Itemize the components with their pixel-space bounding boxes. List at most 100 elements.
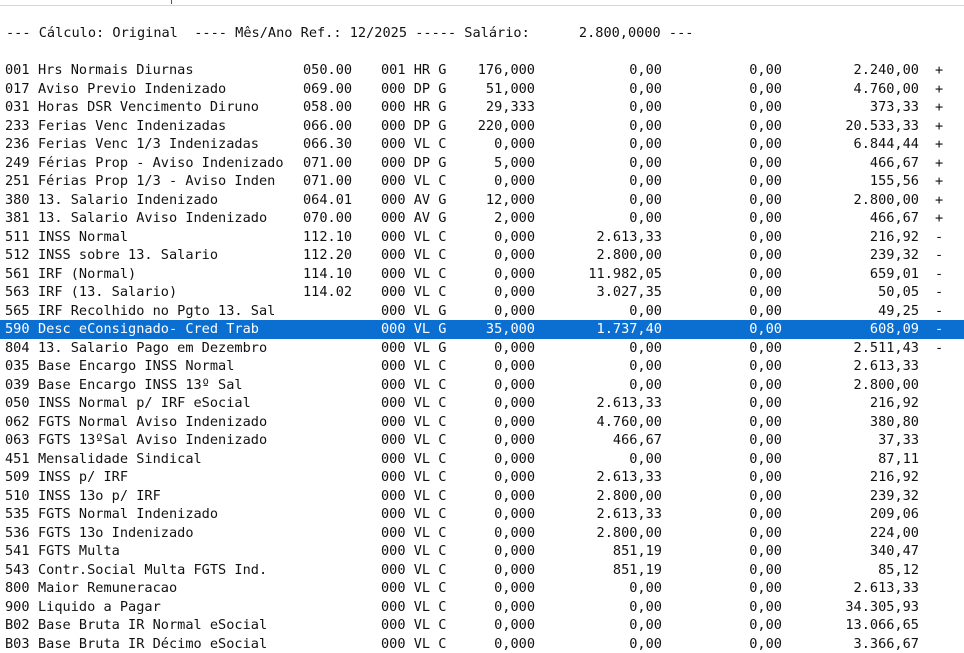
list-item[interactable]: B03Base Bruta IR Décimo eSocial000 VL C0… bbox=[0, 635, 964, 653]
item-description: Férias Prop - Aviso Indenizado bbox=[38, 154, 284, 173]
item-secondary-value: 0,00 bbox=[700, 561, 782, 580]
item-code: 062 bbox=[5, 413, 30, 432]
item-amount: 239,32 bbox=[810, 487, 919, 506]
item-amount: 3.366,67 bbox=[810, 635, 919, 653]
item-amount: 6.844,44 bbox=[810, 135, 919, 154]
item-description: INSS sobre 13. Salario bbox=[38, 246, 218, 265]
item-type-flag: 000 VL C bbox=[381, 487, 446, 506]
list-item[interactable]: 251Férias Prop 1/3 - Aviso Inden071.0000… bbox=[0, 172, 964, 191]
item-type-flag: 000 VL C bbox=[381, 376, 446, 395]
list-item[interactable]: 233Ferias Venc Indenizadas066.00000 DP G… bbox=[0, 117, 964, 136]
item-base-value: 0,00 bbox=[562, 339, 662, 358]
list-item[interactable]: 510INSS 13o p/ IRF000 VL C0,0002.800,000… bbox=[0, 487, 964, 506]
item-type-flag: 000 VL C bbox=[381, 616, 446, 635]
list-item[interactable]: 561IRF (Normal)114.10000 VL C0,00011.982… bbox=[0, 265, 964, 284]
list-item[interactable]: 062FGTS Normal Aviso Indenizado000 VL C0… bbox=[0, 413, 964, 432]
item-amount: 4.760,00 bbox=[810, 80, 919, 99]
list-item[interactable]: 38113. Salario Aviso Indenizado070.00000… bbox=[0, 209, 964, 228]
item-quantity: 0,000 bbox=[469, 505, 535, 524]
item-description: INSS p/ IRF bbox=[38, 468, 128, 487]
payroll-items-list[interactable]: 001Hrs Normais Diurnas050.00001 HR G176,… bbox=[0, 61, 964, 653]
item-code: 511 bbox=[5, 228, 30, 247]
item-quantity: 0,000 bbox=[469, 579, 535, 598]
item-base-value: 2.613,33 bbox=[562, 468, 662, 487]
list-item[interactable]: 249Férias Prop - Aviso Indenizado071.000… bbox=[0, 154, 964, 173]
item-base-value: 0,00 bbox=[562, 117, 662, 136]
list-item[interactable]: 035Base Encargo INSS Normal000 VL C0,000… bbox=[0, 357, 964, 376]
item-base-value: 2.800,00 bbox=[562, 487, 662, 506]
item-secondary-value: 0,00 bbox=[700, 80, 782, 99]
item-quantity: 0,000 bbox=[469, 431, 535, 450]
item-description: Liquido a Pagar bbox=[38, 598, 161, 617]
list-item[interactable]: 031Horas DSR Vencimento Diruno058.00000 … bbox=[0, 98, 964, 117]
list-item[interactable]: 80413. Salario Pago em Dezembro000 VL G0… bbox=[0, 339, 964, 358]
item-amount: 2.613,33 bbox=[810, 579, 919, 598]
item-description: Contr.Social Multa FGTS Ind. bbox=[38, 561, 267, 580]
list-item[interactable]: 509INSS p/ IRF000 VL C0,0002.613,330,002… bbox=[0, 468, 964, 487]
item-sign: + bbox=[935, 61, 943, 80]
item-type-flag: 000 VL C bbox=[381, 283, 446, 302]
list-item[interactable]: 563IRF (13. Salario)114.02000 VL C0,0003… bbox=[0, 283, 964, 302]
item-base-value: 0,00 bbox=[562, 172, 662, 191]
item-code: 510 bbox=[5, 487, 30, 506]
list-item[interactable]: 063FGTS 13ºSal Aviso Indenizado000 VL C0… bbox=[0, 431, 964, 450]
item-base-value: 0,00 bbox=[562, 376, 662, 395]
item-code: 050 bbox=[5, 394, 30, 413]
list-item[interactable]: 38013. Salario Indenizado064.01000 AV G1… bbox=[0, 191, 964, 210]
list-item[interactable]: 017Aviso Previo Indenizado069.00000 DP G… bbox=[0, 80, 964, 99]
list-item[interactable]: 543Contr.Social Multa FGTS Ind.000 VL C0… bbox=[0, 561, 964, 580]
item-base-value: 2.613,33 bbox=[562, 228, 662, 247]
list-item[interactable]: 451Mensalidade Sindical000 VL C0,0000,00… bbox=[0, 450, 964, 469]
list-item[interactable]: 512INSS sobre 13. Salario112.20000 VL C0… bbox=[0, 246, 964, 265]
item-type-flag: 000 VL C bbox=[381, 524, 446, 543]
item-secondary-value: 0,00 bbox=[700, 246, 782, 265]
list-item[interactable]: 511INSS Normal112.10000 VL C0,0002.613,3… bbox=[0, 228, 964, 247]
list-item[interactable]: 001Hrs Normais Diurnas050.00001 HR G176,… bbox=[0, 61, 964, 80]
item-amount: 13.066,65 bbox=[810, 616, 919, 635]
item-amount: 2.613,33 bbox=[810, 357, 919, 376]
list-item[interactable]: 536FGTS 13o Indenizado000 VL C0,0002.800… bbox=[0, 524, 964, 543]
item-type-flag: 000 VL C bbox=[381, 135, 446, 154]
list-item[interactable]: 565IRF Recolhido no Pgto 13. Sal000 VL G… bbox=[0, 302, 964, 321]
item-quantity: 0,000 bbox=[469, 616, 535, 635]
item-sign: - bbox=[935, 283, 943, 302]
item-type-flag: 000 VL C bbox=[381, 246, 446, 265]
item-amount: 50,05 bbox=[810, 283, 919, 302]
item-code: 804 bbox=[5, 339, 30, 358]
list-item[interactable]: 039Base Encargo INSS 13º Sal000 VL C0,00… bbox=[0, 376, 964, 395]
item-sign: - bbox=[935, 320, 943, 339]
item-quantity: 0,000 bbox=[469, 246, 535, 265]
item-code: 800 bbox=[5, 579, 30, 598]
item-base-value: 0,00 bbox=[562, 598, 662, 617]
list-item[interactable]: 800Maior Remuneracao000 VL C0,0000,000,0… bbox=[0, 579, 964, 598]
list-item[interactable]: 541FGTS Multa000 VL C0,000851,190,00340,… bbox=[0, 542, 964, 561]
item-base-value: 466,67 bbox=[562, 431, 662, 450]
list-item[interactable]: 535FGTS Normal Indenizado000 VL C0,0002.… bbox=[0, 505, 964, 524]
item-amount: 373,33 bbox=[810, 98, 919, 117]
item-sign: - bbox=[935, 246, 943, 265]
item-amount: 87,11 bbox=[810, 450, 919, 469]
item-description: FGTS Normal Aviso Indenizado bbox=[38, 413, 267, 432]
list-item[interactable]: 236Ferias Venc 1/3 Indenizadas066.30000 … bbox=[0, 135, 964, 154]
item-description: FGTS Multa bbox=[38, 542, 120, 561]
item-code: 509 bbox=[5, 468, 30, 487]
list-item[interactable]: 900Liquido a Pagar000 VL C0,0000,000,003… bbox=[0, 598, 964, 617]
item-description: Horas DSR Vencimento Diruno bbox=[38, 98, 259, 117]
item-quantity: 0,000 bbox=[469, 450, 535, 469]
item-quantity: 0,000 bbox=[469, 524, 535, 543]
item-amount: 49,25 bbox=[810, 302, 919, 321]
item-reference: 050.00 bbox=[303, 61, 352, 80]
list-item[interactable]: 050INSS Normal p/ IRF eSocial000 VL C0,0… bbox=[0, 394, 964, 413]
item-code: 900 bbox=[5, 598, 30, 617]
item-code: 541 bbox=[5, 542, 30, 561]
list-item[interactable]: B02Base Bruta IR Normal eSocial000 VL C0… bbox=[0, 616, 964, 635]
item-quantity: 220,000 bbox=[469, 117, 535, 136]
item-description: 13. Salario Pago em Dezembro bbox=[38, 339, 267, 358]
item-description: Ferias Venc Indenizadas bbox=[38, 117, 226, 136]
item-secondary-value: 0,00 bbox=[700, 339, 782, 358]
item-reference: 070.00 bbox=[303, 209, 352, 228]
item-quantity: 0,000 bbox=[469, 394, 535, 413]
item-amount: 239,32 bbox=[810, 246, 919, 265]
item-amount: 466,67 bbox=[810, 209, 919, 228]
list-item-selected[interactable]: 590Desc eConsignado- Cred Trab000 VL G35… bbox=[0, 320, 964, 339]
